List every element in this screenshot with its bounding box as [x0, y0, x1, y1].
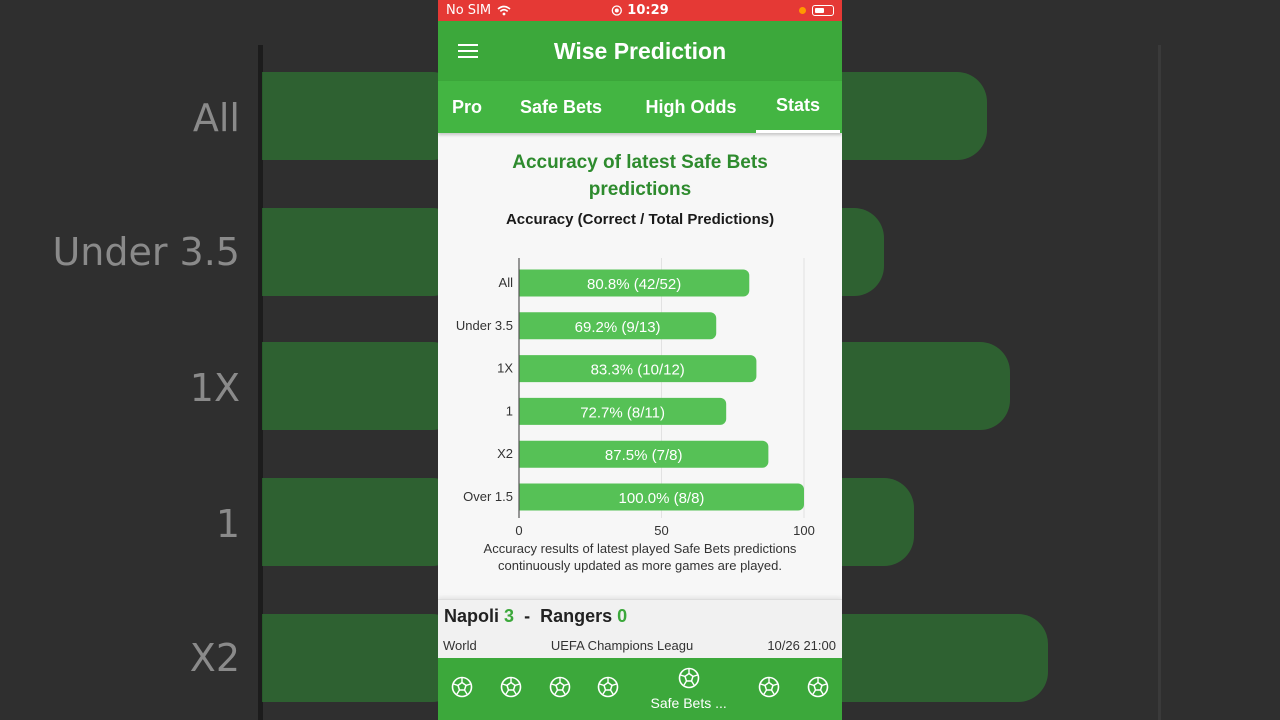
chart-category-label: 1 [506, 403, 513, 418]
nav-item[interactable] [793, 676, 842, 702]
chart-tick-label: 100 [793, 523, 815, 538]
blurred-bar [262, 72, 438, 160]
blurred-bar [842, 342, 1010, 430]
stats-title: Accuracy of latest Safe Bets predictions [512, 152, 768, 200]
carrier-info: No SIM [446, 3, 511, 18]
status-indicators [799, 5, 834, 16]
chart-category-label: Over 1.5 [463, 489, 513, 504]
chart-footnote: Accuracy results of latest played Safe B… [438, 540, 842, 574]
blurred-bar [262, 342, 438, 430]
bottom-navigation: Safe Bets ... [438, 658, 842, 720]
soccer-ball-icon [549, 676, 571, 702]
match-datetime: 10/26 21:00 [767, 638, 836, 653]
chart-data-label: 83.3% (10/12) [591, 362, 685, 379]
blurred-label: All [192, 96, 240, 140]
chart-footnote-line: Accuracy results of latest played Safe B… [483, 541, 797, 556]
blurred-label: Under 3.5 [52, 230, 240, 274]
screen-record-icon [611, 5, 622, 16]
blurred-background-left: All Under 3.5 1X 1 X2 [0, 0, 438, 720]
chart-data-label: 72.7% (8/11) [580, 404, 665, 421]
match-teams: Napoli 3 - Rangers 0 [444, 606, 627, 627]
home-team: Napoli [444, 606, 500, 626]
blurred-gridline [1158, 45, 1161, 720]
chart-footnote-line: continuously updated as more games are p… [497, 558, 782, 573]
blurred-bar [842, 478, 914, 566]
blurred-bar [842, 72, 987, 160]
soccer-ball-icon [678, 667, 700, 693]
away-team: Rangers [540, 606, 613, 626]
nav-item-label: Safe Bets ... [650, 695, 727, 711]
phone-screen: No SIM 10:29 Wise Prediction Pro Safe Be… [438, 0, 842, 720]
chart-data-label: 100.0% (8/8) [619, 490, 705, 507]
blurred-label: 1 [215, 502, 240, 546]
home-score: 3 [504, 606, 515, 626]
blurred-label: X2 [189, 636, 240, 680]
chart-data-label: 87.5% (7/8) [605, 447, 683, 464]
blurred-label: 1X [189, 366, 240, 410]
blurred-bar [842, 208, 884, 296]
chart-category-label: Under 3.5 [456, 318, 513, 333]
soccer-ball-icon [500, 676, 522, 702]
chart-category-label: X2 [497, 446, 513, 461]
clock-label: 10:29 [627, 3, 669, 18]
chart-tick-label: 0 [515, 523, 522, 538]
carrier-label: No SIM [446, 3, 492, 18]
blurred-bar [262, 208, 438, 296]
nav-item[interactable] [745, 676, 794, 702]
match-region: World [443, 638, 477, 653]
match-card[interactable]: Napoli 3 - Rangers 0 World UEFA Champion… [438, 599, 842, 659]
app-bar: Wise Prediction [438, 21, 842, 81]
match-meta: World UEFA Champions Leagu 10/26 21:00 [443, 638, 836, 653]
chart-category-label: 1X [497, 361, 513, 376]
blurred-bar [262, 614, 438, 702]
accuracy-bar-chart: All 80.8% (42/52) Under 3.5 69.2% (9/13) 1X 8… [456, 258, 815, 538]
soccer-ball-icon [758, 676, 780, 702]
tab-pro[interactable]: Pro [438, 81, 496, 133]
nav-item[interactable] [487, 676, 536, 702]
battery-icon [812, 5, 834, 16]
chart-tick-label: 50 [654, 523, 668, 538]
status-time: 10:29 [611, 3, 669, 18]
hamburger-menu-icon[interactable] [458, 44, 478, 58]
soccer-ball-icon [597, 676, 619, 702]
stats-content: Accuracy of latest Safe Bets predictions… [438, 133, 842, 599]
chart-category-label: All [499, 275, 514, 290]
app-title: Wise Prediction [553, 37, 727, 64]
blurred-bar [262, 478, 438, 566]
chart-subtitle: Accuracy (Correct / Total Predictions) [505, 211, 775, 228]
status-bar: No SIM 10:29 [438, 0, 842, 21]
nav-item-safe-bets[interactable]: Safe Bets ... [633, 667, 745, 711]
tab-high-odds[interactable]: High Odds [626, 81, 756, 133]
blurred-background-right [842, 0, 1280, 720]
score-separator: - [524, 606, 531, 626]
privacy-dot-icon [799, 7, 806, 14]
nav-item[interactable] [438, 676, 487, 702]
chart-data-label: 69.2% (9/13) [575, 319, 661, 336]
tab-bar: Pro Safe Bets High Odds Stats [438, 81, 842, 133]
match-competition: UEFA Champions Leagu [550, 638, 694, 653]
soccer-ball-icon [807, 676, 829, 702]
soccer-ball-icon [451, 676, 473, 702]
chart-data-label: 80.8% (42/52) [587, 276, 681, 293]
nav-item[interactable] [584, 676, 633, 702]
nav-item[interactable] [535, 676, 584, 702]
wifi-icon [497, 5, 511, 16]
away-score: 0 [617, 606, 628, 626]
blurred-bar [842, 614, 1048, 702]
tab-safe-bets[interactable]: Safe Bets [496, 81, 626, 133]
tab-stats[interactable]: Stats [756, 81, 840, 133]
